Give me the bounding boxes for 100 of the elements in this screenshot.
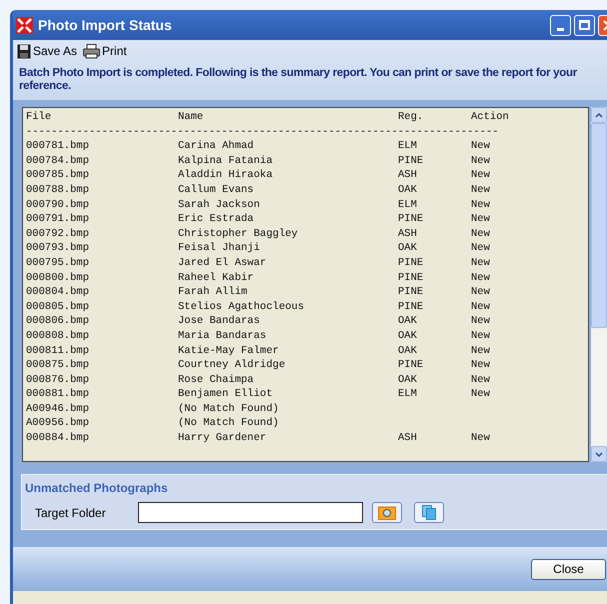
reg-cell-text: PINE: [398, 154, 424, 168]
app-logo-icon: [16, 16, 33, 34]
reg-cell-text: PINE: [398, 285, 424, 300]
reg-cell-text: ASH: [398, 226, 418, 242]
name-cell-text: Benjamen Elliot: [178, 387, 274, 402]
file-cell-text: 000804.bmp: [26, 285, 90, 300]
file-cell-text: 000805.bmp: [26, 300, 90, 314]
name-cell-text: Jose Bandaras: [178, 314, 261, 329]
name-cell-text: (No Match Found): [178, 416, 280, 432]
group-title: Unmatched Photographs: [25, 480, 169, 497]
reg-cell-text: OAK: [398, 328, 418, 344]
name-cell-text: (No Match Found): [178, 402, 280, 416]
file-cell-text: 000784.bmp: [26, 154, 90, 168]
column-header: Name: [178, 110, 204, 125]
copy-button[interactable]: [414, 502, 444, 523]
printer-icon: [83, 44, 100, 58]
scrollbar[interactable]: [591, 107, 607, 462]
scroll-down-icon: [595, 452, 603, 456]
name-cell-text: Rose Chaimpa: [178, 372, 255, 388]
separator-line: ---------------------------------------------------------------------------: [26, 124, 500, 140]
name-cell-text: Raheel Kabir: [178, 270, 255, 286]
browse-button[interactable]: [372, 502, 402, 523]
action-cell-text: New: [471, 270, 491, 286]
action-cell-text: New: [471, 226, 491, 242]
name-cell-text: Carina Ahmad: [178, 139, 255, 154]
action-cell-text: New: [471, 387, 491, 402]
file-cell-text: 000876.bmp: [26, 372, 90, 388]
action-cell-text: New: [471, 198, 491, 212]
file-cell-text: 000792.bmp: [26, 226, 90, 242]
column-header: Action: [471, 110, 510, 125]
reg-cell-text: ASH: [398, 431, 418, 446]
file-cell-text: 000881.bmp: [26, 387, 90, 402]
reg-cell-text: OAK: [398, 182, 418, 198]
scroll-up-icon: [595, 112, 603, 118]
file-cell-text: 000808.bmp: [26, 328, 90, 344]
action-cell-text: New: [471, 212, 491, 227]
column-header: File: [26, 110, 52, 125]
file-cell-text: 000875.bmp: [26, 358, 90, 373]
file-cell-text: A00946.bmp: [26, 402, 90, 416]
toolbar-button[interactable]: Print: [83, 42, 127, 60]
reg-cell-text: PINE: [398, 256, 424, 271]
action-cell-text: New: [471, 256, 491, 271]
name-cell-text: Sarah Jackson: [178, 198, 261, 212]
reg-cell-text: ELM: [398, 387, 418, 402]
action-cell-text: New: [471, 168, 491, 183]
reg-cell-text: ELM: [398, 139, 418, 154]
file-cell-text: 000793.bmp: [26, 241, 90, 256]
file-cell-text: 000781.bmp: [26, 139, 90, 154]
file-cell-text: 000806.bmp: [26, 314, 90, 329]
name-cell-text: Kalpina Fatania: [178, 154, 274, 168]
action-cell-text: New: [471, 285, 491, 300]
file-cell-text: 000811.bmp: [26, 344, 90, 358]
file-cell-text: 000785.bmp: [26, 168, 90, 183]
toolbar-button[interactable]: Save As: [17, 42, 78, 60]
reg-cell-text: PINE: [398, 300, 424, 314]
action-cell-text: New: [471, 314, 491, 329]
scroll-thumb[interactable]: [591, 123, 607, 328]
minimize-button[interactable]: [550, 14, 571, 36]
reg-cell-text: OAK: [398, 241, 418, 256]
name-cell-text: Callum Evans: [178, 182, 255, 198]
name-cell-text: Harry Gardener: [178, 431, 268, 446]
reg-cell-text: PINE: [398, 270, 424, 286]
action-cell-text: New: [471, 139, 491, 154]
name-cell-text: Stelios Agathocleous: [178, 300, 306, 314]
documents-icon: [422, 505, 436, 520]
action-cell-text: New: [471, 372, 491, 388]
name-cell-text: Feisal Jhanji: [178, 241, 261, 256]
close-dialog-button[interactable]: Close: [531, 558, 606, 580]
maximize-button[interactable]: [574, 14, 595, 36]
file-cell-text: 000791.bmp: [26, 212, 90, 227]
action-cell-text: New: [471, 431, 491, 446]
reg-cell-text: ELM: [398, 198, 418, 212]
window-title: Photo Import Status: [38, 16, 172, 35]
target-folder-label: Target Folder: [35, 504, 107, 522]
name-cell-text: Maria Bandaras: [178, 328, 268, 344]
file-cell-text: 000795.bmp: [26, 256, 90, 271]
name-cell-text: Eric Estrada: [178, 212, 255, 227]
column-header: Reg.: [398, 110, 424, 125]
folder-search-icon: [378, 505, 396, 520]
action-cell-text: New: [471, 182, 491, 198]
target-folder-field[interactable]: [138, 502, 363, 523]
file-cell-text: 000790.bmp: [26, 198, 90, 212]
name-cell-text: Aladdin Hiraoka: [178, 168, 274, 183]
action-cell-text: New: [471, 328, 491, 344]
action-cell-text: New: [471, 300, 491, 314]
summary-message: Batch Photo Import is completed. Following is the summary report. You can print or save the report for your reference.: [18, 66, 578, 94]
file-cell-text: A00956.bmp: [26, 416, 90, 432]
reg-cell-text: PINE: [398, 358, 424, 373]
reg-cell-text: PINE: [398, 212, 424, 227]
name-cell-text: Katie-May Falmer: [178, 344, 280, 358]
reg-cell-text: OAK: [398, 314, 418, 329]
reg-cell-text: ASH: [398, 168, 418, 183]
reg-cell-text: OAK: [398, 372, 418, 388]
action-cell-text: New: [471, 344, 491, 358]
file-cell-text: 000788.bmp: [26, 182, 90, 198]
action-cell-text: New: [471, 358, 491, 373]
name-cell-text: Farah Allim: [178, 285, 248, 300]
file-cell-text: 000800.bmp: [26, 270, 90, 286]
file-cell-text: 000884.bmp: [26, 431, 90, 446]
reg-cell-text: OAK: [398, 344, 418, 358]
